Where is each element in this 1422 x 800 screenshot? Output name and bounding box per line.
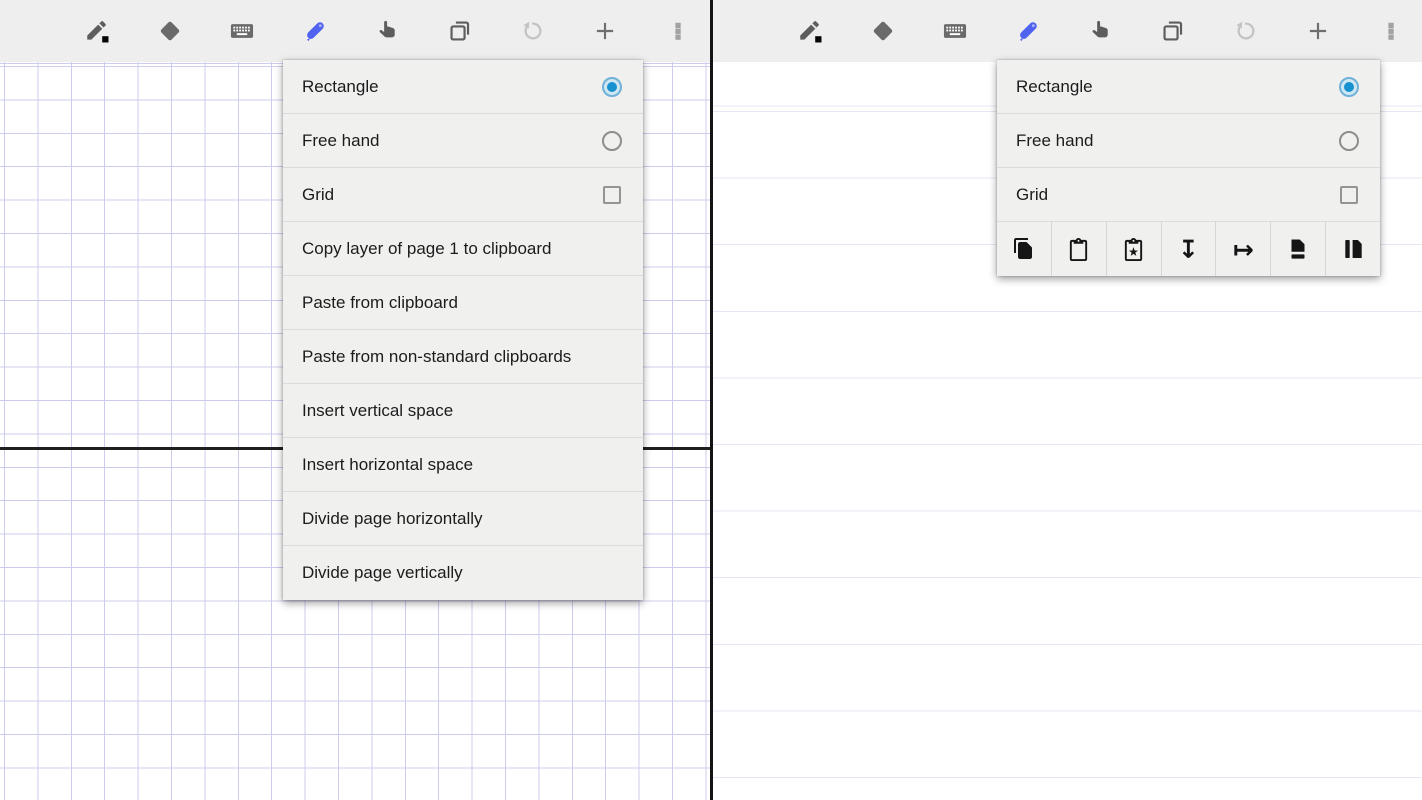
menu-item-divide-page-horizontally[interactable]: Divide page horizontally (283, 492, 643, 546)
undo-icon (1233, 18, 1259, 44)
insert-vertical-space-button[interactable]: ↧ (1162, 222, 1217, 276)
right-tool-options-menu: Rectangle Free hand Grid (997, 60, 1380, 276)
paste-clipboard-button[interactable] (1052, 222, 1107, 276)
undo-icon (520, 18, 546, 44)
duplicate-page-button[interactable] (437, 8, 483, 54)
divide-page-vertically-icon (1341, 237, 1365, 261)
overflow-menu-icon (665, 18, 691, 44)
menu-item-grid[interactable]: Grid (283, 168, 643, 222)
menu-item-label: Free hand (302, 131, 602, 151)
pen-tool-button[interactable] (787, 8, 833, 54)
radio-selected-icon[interactable] (1339, 77, 1359, 97)
hand-pan-tool-button[interactable] (365, 8, 411, 54)
highlighter-tool-button[interactable] (292, 8, 338, 54)
radio-unselected-icon[interactable] (1339, 131, 1359, 151)
menu-item-label: Grid (302, 185, 603, 205)
pane-divider (710, 0, 713, 800)
add-page-icon (592, 18, 618, 44)
eraser-tool-button[interactable] (147, 8, 193, 54)
paste-clipboard-icon (1067, 238, 1090, 261)
hand-pan-tool-icon (1088, 18, 1114, 44)
menu-item-insert-vertical-space[interactable]: Insert vertical space (283, 384, 643, 438)
menu-item-insert-horizontal-space[interactable]: Insert horizontal space (283, 438, 643, 492)
paste-special-button[interactable] (1107, 222, 1162, 276)
right-toolbar-row (787, 0, 1414, 62)
menu-item-copy-layer[interactable]: Copy layer of page 1 to clipboard (283, 222, 643, 276)
checkbox-unchecked-icon[interactable] (1340, 186, 1358, 204)
menu-item-grid[interactable]: Grid (997, 168, 1380, 222)
hand-pan-tool-button[interactable] (1078, 8, 1124, 54)
divide-page-horizontally-button[interactable] (1271, 222, 1326, 276)
text-keyboard-tool-icon (229, 18, 255, 44)
overflow-menu-icon (1378, 18, 1404, 44)
eraser-tool-icon (157, 18, 183, 44)
pen-tool-button[interactable] (74, 8, 120, 54)
pen-tool-icon (84, 18, 110, 44)
divide-page-vertically-button[interactable] (1326, 222, 1380, 276)
left-toolbar-row (74, 0, 701, 62)
right-note-pane: Rectangle Free hand Grid (713, 0, 1422, 800)
divide-page-horizontally-icon (1286, 237, 1310, 261)
duplicate-page-icon (447, 18, 473, 44)
left-note-pane: Rectangle Free hand Grid Copy layer of p… (0, 0, 710, 800)
add-page-button[interactable] (582, 8, 628, 54)
menu-item-label: Rectangle (1016, 77, 1339, 97)
menu-item-free-hand[interactable]: Free hand (997, 114, 1380, 168)
menu-item-label: Paste from non-standard clipboards (302, 347, 622, 367)
menu-item-free-hand[interactable]: Free hand (283, 114, 643, 168)
copy-layer-button[interactable] (997, 222, 1052, 276)
menu-item-divide-page-vertically[interactable]: Divide page vertically (283, 546, 643, 600)
duplicate-page-button[interactable] (1150, 8, 1196, 54)
text-keyboard-tool-icon (942, 18, 968, 44)
highlighter-tool-icon (302, 18, 328, 44)
menu-item-label: Copy layer of page 1 to clipboard (302, 239, 622, 259)
overflow-menu-button[interactable] (1368, 8, 1414, 54)
insert-horizontal-space-button[interactable]: ↦ (1216, 222, 1271, 276)
menu-item-rectangle[interactable]: Rectangle (283, 60, 643, 114)
eraser-tool-icon (870, 18, 896, 44)
add-page-icon (1305, 18, 1331, 44)
menu-item-label: Grid (1016, 185, 1340, 205)
highlighter-tool-button[interactable] (1005, 8, 1051, 54)
menu-item-paste-clipboard[interactable]: Paste from clipboard (283, 276, 643, 330)
duplicate-page-icon (1160, 18, 1186, 44)
copy-layer-icon (1012, 237, 1036, 261)
right-toolbar (713, 0, 1422, 62)
eraser-tool-button[interactable] (860, 8, 906, 54)
menu-item-label: Insert vertical space (302, 401, 622, 421)
overflow-menu-button[interactable] (655, 8, 701, 54)
menu-item-label: Insert horizontal space (302, 455, 622, 475)
left-tool-options-menu: Rectangle Free hand Grid Copy layer of p… (283, 60, 643, 600)
menu-item-rectangle[interactable]: Rectangle (997, 60, 1380, 114)
radio-selected-icon[interactable] (602, 77, 622, 97)
pen-tool-icon (797, 18, 823, 44)
insert-vertical-space-icon: ↧ (1178, 237, 1199, 262)
clipboard-actions-icon-row: ↧ ↦ (997, 222, 1380, 276)
text-keyboard-tool-button[interactable] (219, 8, 265, 54)
radio-unselected-icon[interactable] (602, 131, 622, 151)
menu-item-label: Divide page horizontally (302, 509, 622, 529)
undo-button[interactable] (1223, 8, 1269, 54)
highlighter-tool-icon (1015, 18, 1041, 44)
add-page-button[interactable] (1295, 8, 1341, 54)
checkbox-unchecked-icon[interactable] (603, 186, 621, 204)
menu-item-label: Paste from clipboard (302, 293, 622, 313)
menu-item-label: Rectangle (302, 77, 602, 97)
menu-item-label: Divide page vertically (302, 563, 622, 583)
text-keyboard-tool-button[interactable] (932, 8, 978, 54)
left-toolbar (0, 0, 710, 62)
menu-item-label: Free hand (1016, 131, 1339, 151)
insert-horizontal-space-icon: ↦ (1233, 237, 1254, 262)
undo-button[interactable] (510, 8, 556, 54)
paste-special-clipboard-icon (1122, 238, 1145, 261)
menu-item-paste-nonstandard[interactable]: Paste from non-standard clipboards (283, 330, 643, 384)
hand-pan-tool-icon (375, 18, 401, 44)
